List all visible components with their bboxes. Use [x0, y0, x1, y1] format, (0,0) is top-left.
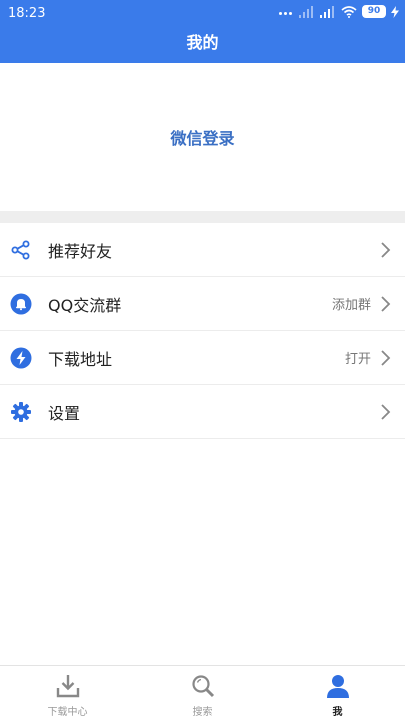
tab-label: 搜索 — [192, 707, 213, 718]
menu-item-label: 设置 — [48, 403, 81, 423]
login-section: 微信登录 — [0, 63, 405, 211]
tab-label: 我 — [332, 707, 343, 718]
menu-item-label: 下载地址 — [48, 349, 113, 369]
status-bar: 18:23 90 — [0, 0, 405, 28]
gear-icon — [10, 401, 32, 423]
tab-label: 下载中心 — [47, 707, 88, 718]
tab-download-center[interactable]: 下载中心 — [0, 666, 135, 720]
more-dots-icon — [279, 8, 292, 15]
menu-item-recommend-friends[interactable]: 推荐好友 — [0, 223, 405, 277]
user-icon — [326, 675, 349, 698]
search-icon — [191, 675, 214, 698]
chevron-right-icon — [381, 403, 391, 420]
menu-item-download-address[interactable]: 下载地址 打开 — [0, 331, 405, 385]
menu-item-settings[interactable]: 设置 — [0, 385, 405, 439]
bottom-nav: 下载中心 搜索 我 — [0, 665, 405, 720]
status-icons: 90 — [279, 5, 399, 18]
menu-item-qq-group[interactable]: QQ交流群 添加群 — [0, 277, 405, 331]
lightning-icon — [10, 347, 32, 369]
signal-icon-1 — [299, 5, 313, 18]
menu-item-label: 推荐好友 — [48, 241, 113, 261]
wechat-login-button[interactable]: 微信登录 — [170, 125, 234, 149]
status-time: 18:23 — [8, 6, 46, 21]
page-title: 我的 — [186, 33, 219, 52]
chevron-right-icon — [381, 349, 391, 366]
share-icon — [10, 239, 32, 261]
tab-me[interactable]: 我 — [270, 666, 405, 720]
page-title-bar: 我的 — [0, 28, 405, 63]
download-icon — [56, 675, 79, 698]
charging-icon — [391, 5, 399, 18]
tab-search[interactable]: 搜索 — [135, 666, 270, 720]
chevron-right-icon — [381, 241, 391, 258]
section-divider — [0, 211, 405, 223]
battery-indicator: 90 — [362, 5, 386, 18]
menu-list: 推荐好友 QQ交流群 添加群 下载地址 打开 设置 — [0, 223, 405, 439]
wifi-icon — [341, 5, 357, 18]
menu-item-value: 添加群 — [331, 298, 371, 313]
menu-item-value: 打开 — [344, 352, 371, 367]
signal-icon-2 — [320, 5, 334, 18]
menu-item-label: QQ交流群 — [48, 295, 122, 315]
bell-icon — [10, 293, 32, 315]
chevron-right-icon — [381, 295, 391, 312]
